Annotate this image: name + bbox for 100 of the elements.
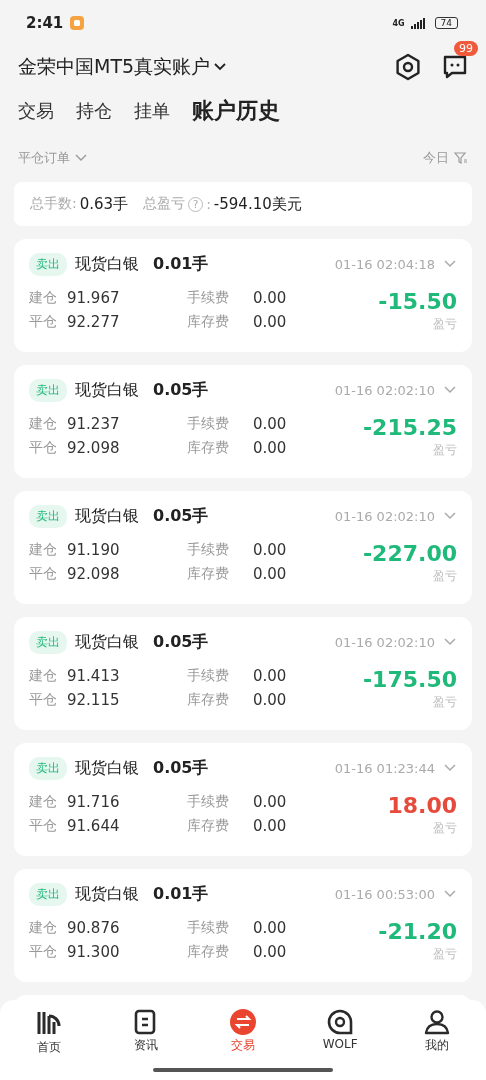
field-value: 91.967 bbox=[67, 289, 121, 307]
field-label: 建仓 bbox=[29, 415, 58, 433]
nav-item[interactable]: 资讯 bbox=[97, 1008, 195, 1056]
order-time: 01-16 02:02:10 bbox=[334, 634, 435, 650]
symbol: 现货白银 bbox=[75, 757, 139, 779]
chat-icon bbox=[326, 1008, 355, 1036]
field-value: 0.00 bbox=[253, 793, 287, 811]
profit-label: 盈亏 bbox=[433, 442, 457, 459]
profit-label: 盈亏 bbox=[433, 946, 457, 963]
chevron-down-icon[interactable] bbox=[443, 259, 457, 269]
field-label: 平仓 bbox=[29, 817, 58, 835]
app-notification-icon bbox=[69, 15, 86, 31]
order-card[interactable]: 卖出 现货白银 0.01手 01-16 00:53:00 建仓 90.876 手续费 0.00 平仓 91.300 库存费 0.00 -21.20 盈亏 bbox=[14, 869, 472, 982]
field-value: 0.00 bbox=[253, 919, 287, 937]
order-time: 01-16 02:02:10 bbox=[334, 382, 435, 398]
lots: 0.05手 bbox=[153, 757, 209, 779]
field-value: 91.300 bbox=[67, 943, 121, 961]
nav-item[interactable]: WOLF bbox=[291, 1008, 389, 1056]
field-value: 0.00 bbox=[253, 289, 287, 307]
chevron-down-icon[interactable] bbox=[443, 889, 457, 899]
network-type: 4G bbox=[392, 18, 405, 28]
field-label: 建仓 bbox=[29, 289, 58, 307]
order-card[interactable]: 卖出 现货白银 0.05手 01-16 02:02:10 建仓 91.413 手续费 0.00 平仓 92.115 库存费 0.00 -175.50 盈亏 bbox=[14, 617, 472, 730]
field-label: 库存费 bbox=[187, 943, 230, 961]
order-time: 01-16 00:53:00 bbox=[334, 886, 435, 902]
field-value: 92.098 bbox=[67, 565, 121, 583]
side-tag: 卖出 bbox=[29, 630, 67, 654]
side-tag: 卖出 bbox=[29, 504, 67, 528]
order-card[interactable]: 卖出 现货白银 0.01手 01-16 02:04:18 建仓 91.967 手续费 0.00 平仓 92.277 库存费 0.00 -15.50 盈亏 bbox=[14, 239, 472, 352]
caret-icon bbox=[213, 62, 228, 72]
order-card[interactable]: 卖出 现货白银 0.05手 01-16 02:02:10 建仓 91.237 手续费 0.00 平仓 92.098 库存费 0.00 -215.25 盈亏 bbox=[14, 365, 472, 478]
field-label: 建仓 bbox=[29, 541, 58, 559]
field-label: 库存费 bbox=[187, 313, 230, 331]
field-value: 0.00 bbox=[253, 667, 287, 685]
profit-value: -21.20 bbox=[378, 919, 457, 944]
order-time: 01-16 02:04:18 bbox=[334, 256, 435, 272]
nav-item[interactable]: 首页 bbox=[0, 1008, 98, 1056]
battery-level: 74 bbox=[434, 17, 458, 29]
total-lots: 0.63手 bbox=[79, 194, 129, 214]
account-selector[interactable]: 金荣中国MT5真实账户 bbox=[18, 54, 228, 80]
user-icon bbox=[423, 1008, 452, 1036]
profit-value: -175.50 bbox=[362, 667, 457, 692]
field-label: 手续费 bbox=[187, 667, 230, 685]
tab[interactable]: 账户历史 bbox=[192, 96, 280, 126]
field-label: 平仓 bbox=[29, 565, 58, 583]
tab[interactable]: 挂单 bbox=[134, 99, 170, 123]
lots: 0.01手 bbox=[153, 253, 209, 275]
notification-badge: 99 bbox=[454, 41, 478, 56]
profit-value: -15.50 bbox=[378, 289, 457, 314]
field-label: 手续费 bbox=[187, 415, 230, 433]
colon: : bbox=[206, 196, 211, 212]
field-value: 91.190 bbox=[67, 541, 121, 559]
field-label: 库存费 bbox=[187, 439, 230, 457]
exchange-icon bbox=[229, 1008, 257, 1036]
field-value: 91.413 bbox=[67, 667, 121, 685]
field-value: 0.00 bbox=[253, 817, 287, 835]
chevron-down-icon[interactable] bbox=[443, 637, 457, 647]
status-time: 2:41 bbox=[26, 14, 64, 32]
field-value: 92.277 bbox=[67, 313, 121, 331]
settings-icon[interactable] bbox=[394, 53, 422, 81]
field-value: 0.00 bbox=[253, 439, 287, 457]
total-lots-label: 总手数: bbox=[30, 195, 77, 213]
nav-item[interactable]: 交易 bbox=[194, 1008, 292, 1056]
chevron-down-icon[interactable] bbox=[443, 763, 457, 773]
field-label: 平仓 bbox=[29, 313, 58, 331]
side-tag: 卖出 bbox=[29, 882, 67, 906]
filter-icon bbox=[454, 151, 468, 165]
lots: 0.05手 bbox=[153, 505, 209, 527]
chevron-down-icon[interactable] bbox=[443, 511, 457, 521]
field-value: 0.00 bbox=[253, 691, 287, 709]
side-tag: 卖出 bbox=[29, 378, 67, 402]
field-label: 建仓 bbox=[29, 919, 58, 937]
field-label: 平仓 bbox=[29, 691, 58, 709]
tab[interactable]: 交易 bbox=[18, 99, 54, 123]
profit-value: 18.00 bbox=[387, 793, 457, 818]
lots: 0.01手 bbox=[153, 883, 209, 905]
nav-item[interactable]: 我的 bbox=[388, 1008, 486, 1056]
symbol: 现货白银 bbox=[75, 253, 139, 275]
field-label: 建仓 bbox=[29, 667, 58, 685]
order-card[interactable]: 卖出 现货白银 0.05手 01-16 02:02:10 建仓 91.190 手续费 0.00 平仓 92.098 库存费 0.00 -227.00 盈亏 bbox=[14, 491, 472, 604]
field-value: 92.098 bbox=[67, 439, 121, 457]
order-card[interactable]: 卖出 现货白银 0.05手 01-16 01:23:44 建仓 91.716 手续费 0.00 平仓 91.644 库存费 0.00 18.00 盈亏 bbox=[14, 743, 472, 856]
profit-label: 盈亏 bbox=[433, 694, 457, 711]
side-tag: 卖出 bbox=[29, 252, 67, 276]
field-value: 92.115 bbox=[67, 691, 121, 709]
profit-value: -215.25 bbox=[362, 415, 457, 440]
field-label: 建仓 bbox=[29, 793, 58, 811]
field-label: 手续费 bbox=[187, 793, 230, 811]
field-label: 手续费 bbox=[187, 919, 230, 937]
field-label: 平仓 bbox=[29, 439, 58, 457]
order-time: 01-16 01:23:44 bbox=[334, 760, 435, 776]
symbol: 现货白银 bbox=[75, 631, 139, 653]
caret-icon bbox=[75, 154, 87, 162]
chevron-down-icon[interactable] bbox=[443, 385, 457, 395]
order-time: 01-16 02:02:10 bbox=[334, 508, 435, 524]
field-value: 91.716 bbox=[67, 793, 121, 811]
tab[interactable]: 持仓 bbox=[76, 99, 112, 123]
total-pl: -594.10美元 bbox=[213, 194, 302, 214]
message-icon[interactable] bbox=[442, 54, 468, 80]
field-label: 库存费 bbox=[187, 565, 230, 583]
